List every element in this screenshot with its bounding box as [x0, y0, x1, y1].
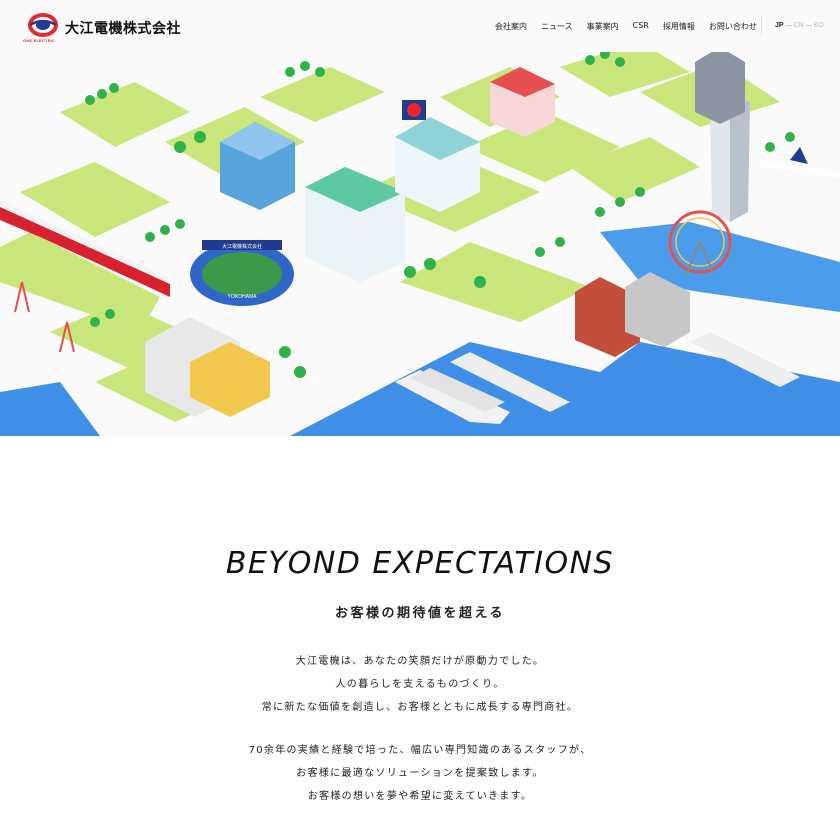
- intro-line: お客様の想いを夢や希望に変えていきます。: [307, 791, 533, 802]
- stadium-name: YOKOHAMA: [228, 294, 258, 300]
- intro-line: 常に新たな価値を創造し、お客様とともに成長する専門商社。: [261, 702, 579, 713]
- nav-divider: [761, 15, 762, 35]
- lang-separator: [785, 25, 792, 26]
- office-tower: [695, 52, 745, 124]
- company-logo-link[interactable]: OHE ELECTRIC 大江電機株式会社: [23, 13, 181, 43]
- main-nav: 会社案内 ニュース 事業案内 CSR 採用情報 お問い合わせ: [495, 21, 757, 32]
- lang-cn[interactable]: CN: [794, 22, 804, 29]
- site-header: OHE ELECTRIC 大江電機株式会社 会社案内 ニュース 事業案内 CSR…: [0, 0, 840, 52]
- grass-block: [60, 82, 190, 147]
- intro-paragraph-1: 大江電機は、あなたの笑顔だけが原動力でした。 人の暮らしを支えるものづくり。 常…: [0, 650, 840, 719]
- nav-recruit[interactable]: 採用情報: [663, 21, 695, 32]
- intro-line: お客様に最適なソリューションを提案致します。: [296, 768, 544, 779]
- company-name: 大江電機株式会社: [65, 21, 181, 37]
- intro-line: 70余年の実績と経験で培った、幅広い専門知識のあるスタッフが、: [248, 745, 592, 756]
- headline: BEYOND EXPECTATIONS: [225, 546, 615, 581]
- nav-csr[interactable]: CSR: [633, 21, 649, 32]
- bay-water: [0, 382, 100, 436]
- language-switcher: JP CN KO: [775, 22, 824, 29]
- subheadline: お客様の期待値を超える: [334, 606, 506, 621]
- warehouse: [575, 272, 690, 357]
- nav-business[interactable]: 事業案内: [587, 21, 619, 32]
- nav-news[interactable]: ニュース: [541, 21, 573, 32]
- lang-ko[interactable]: KO: [814, 22, 824, 29]
- hero-city-illustration: 大江電機株式会社 YOKOHAMA: [0, 52, 840, 436]
- stadium-banner: 大江電機株式会社: [222, 243, 262, 250]
- shop-building: [490, 67, 555, 137]
- intro-section: BEYOND EXPECTATIONS お客様の期待値を超える 大江電機は、あな…: [0, 436, 840, 840]
- stadium: 大江電機株式会社 YOKOHAMA: [190, 240, 294, 306]
- logo-caption: OHE ELECTRIC: [23, 38, 56, 43]
- isometric-city-illustration: 大江電機株式会社 YOKOHAMA: [0, 52, 840, 436]
- headquarters-building: [395, 100, 480, 212]
- intro-line: 大江電機は、あなたの笑顔だけが原動力でした。: [295, 656, 545, 667]
- airplane: [760, 147, 840, 178]
- intro-paragraph-2: 70余年の実績と経験で培った、幅広い専門知識のあるスタッフが、 お客様に最適なソ…: [0, 739, 840, 808]
- logo-icon: OHE ELECTRIC: [23, 13, 59, 43]
- nav-company[interactable]: 会社案内: [495, 21, 527, 32]
- nav-contact[interactable]: お問い合わせ: [709, 21, 757, 32]
- lang-jp[interactable]: JP: [775, 22, 784, 29]
- intro-line: 人の暮らしを支えるものづくり。: [335, 679, 505, 690]
- grass-block: [400, 242, 590, 322]
- lang-separator: [805, 25, 812, 26]
